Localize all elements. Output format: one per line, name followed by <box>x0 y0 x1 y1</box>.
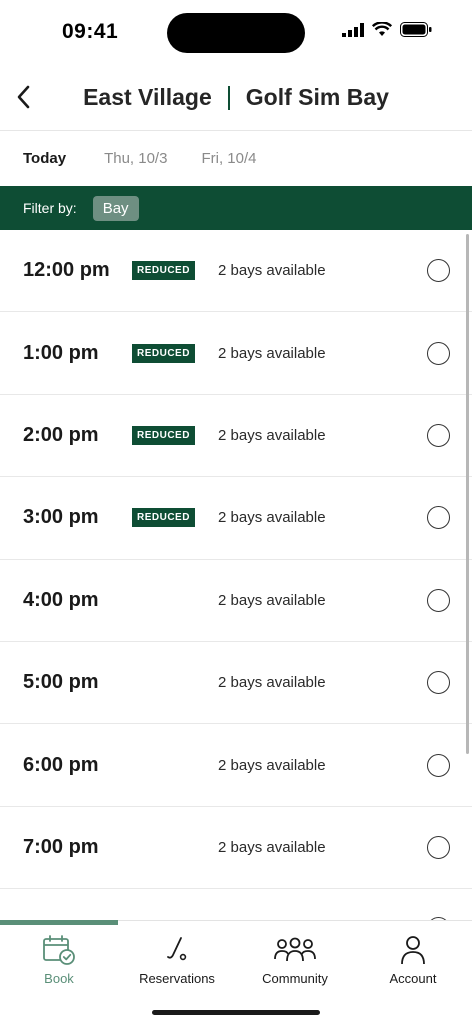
date-tabs: Today Thu, 10/3 Fri, 10/4 <box>0 131 472 186</box>
location-name: East Village <box>83 84 212 110</box>
slot-time: 3:00 pm <box>23 506 99 529</box>
reduced-badge: REDUCED <box>132 425 195 445</box>
filter-chip-bay[interactable]: Bay <box>92 195 139 221</box>
status-bar: 09:41 <box>0 0 472 66</box>
nav-label: Account <box>389 971 437 986</box>
nav-label: Community <box>262 971 328 986</box>
nav-account[interactable]: Account <box>354 931 472 986</box>
slot-time: 2:00 pm <box>23 423 99 446</box>
header: East Village Golf Sim Bay <box>0 66 472 131</box>
nav-book[interactable]: Book <box>0 931 118 986</box>
nav-reservations[interactable]: Reservations <box>118 931 236 986</box>
battery-icon <box>400 22 432 37</box>
time-slot-row[interactable]: 5:00 pm 2 bays available <box>0 642 472 725</box>
time-slot-row[interactable]: 2:00 pm REDUCED 2 bays available <box>0 395 472 478</box>
status-time: 09:41 <box>62 20 119 43</box>
scrollbar[interactable] <box>466 234 469 754</box>
calendar-check-icon <box>43 935 75 965</box>
slot-time: 12:00 pm <box>23 259 110 282</box>
slot-radio[interactable] <box>427 753 450 777</box>
active-tab-indicator <box>0 920 118 925</box>
golf-club-icon <box>167 937 187 961</box>
slot-radio[interactable] <box>427 671 450 695</box>
slot-radio[interactable] <box>427 259 450 283</box>
slot-availability: 2 bays available <box>218 838 326 856</box>
slot-time: 7:00 pm <box>23 835 99 858</box>
nav-label: Book <box>44 971 74 986</box>
time-slot-row[interactable]: 6:00 pm 2 bays available <box>0 724 472 807</box>
nav-label: Reservations <box>139 971 215 986</box>
time-slot-row[interactable]: 4:00 pm 2 bays available <box>0 560 472 642</box>
slot-availability: 2 bays available <box>218 262 326 280</box>
reduced-badge: REDUCED <box>132 508 195 528</box>
person-icon <box>401 936 425 965</box>
slot-time: 5:00 pm <box>23 671 99 694</box>
slot-availability: 2 bays available <box>218 509 326 527</box>
bottom-nav: Book Reservations Community Account <box>0 920 472 1024</box>
slot-radio[interactable] <box>427 506 450 530</box>
slot-radio[interactable] <box>427 341 450 365</box>
filter-label: Filter by: <box>23 200 77 216</box>
title-divider <box>227 85 230 110</box>
slot-time: 4:00 pm <box>23 588 99 611</box>
slot-time: 6:00 pm <box>23 753 99 776</box>
slot-radio[interactable] <box>427 835 450 859</box>
slot-availability: 2 bays available <box>218 591 326 609</box>
time-slot-list[interactable]: 12:00 pm REDUCED 2 bays available 1:00 p… <box>0 230 472 920</box>
signal-icon <box>342 22 364 37</box>
resource-name: Golf Sim Bay <box>245 84 389 110</box>
time-slot-row[interactable]: 12:00 pm REDUCED 2 bays available <box>0 230 472 313</box>
time-slot-row[interactable]: 7:00 pm 2 bays available <box>0 807 472 890</box>
time-slot-row[interactable] <box>0 889 472 920</box>
wifi-icon <box>372 22 392 36</box>
time-slot-row[interactable]: 1:00 pm REDUCED 2 bays available <box>0 312 472 395</box>
nav-community[interactable]: Community <box>236 931 354 986</box>
dynamic-island <box>167 13 305 53</box>
filter-bar: Filter by: Bay <box>0 186 472 230</box>
tab-today[interactable]: Today <box>23 150 66 167</box>
slot-availability: 2 bays available <box>218 344 326 362</box>
people-icon <box>274 937 316 962</box>
slot-availability: 2 bays available <box>218 674 326 692</box>
home-indicator <box>152 1010 320 1015</box>
tab-thu[interactable]: Thu, 10/3 <box>104 150 167 167</box>
tab-fri[interactable]: Fri, 10/4 <box>201 150 256 167</box>
slot-availability: 2 bays available <box>218 756 326 774</box>
slot-time: 1:00 pm <box>23 341 99 364</box>
page-title: East Village Golf Sim Bay <box>0 84 472 111</box>
time-slot-row[interactable]: 3:00 pm REDUCED 2 bays available <box>0 477 472 560</box>
slot-availability: 2 bays available <box>218 426 326 444</box>
reduced-badge: REDUCED <box>132 261 195 281</box>
slot-radio[interactable] <box>427 423 450 447</box>
status-icons <box>342 22 432 37</box>
reduced-badge: REDUCED <box>132 343 195 363</box>
slot-radio[interactable] <box>427 588 450 612</box>
